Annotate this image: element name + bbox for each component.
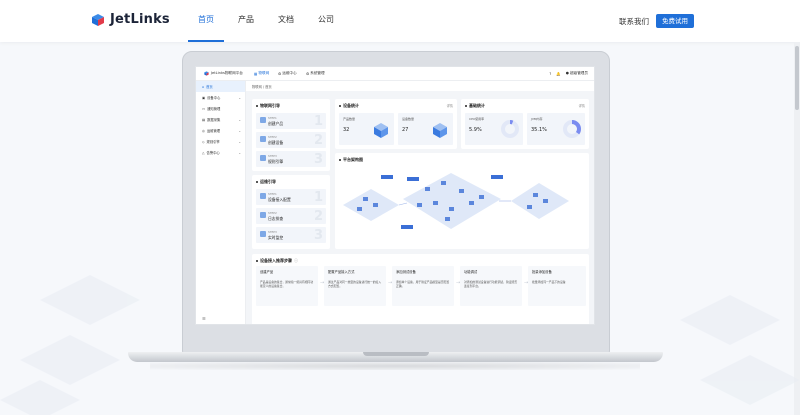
logo[interactable]: JetLinks: [91, 12, 170, 27]
message-icon: ▭: [202, 106, 206, 111]
dashboard-brand: JetLinks物联网平台: [204, 71, 243, 76]
device-icon: ▣: [202, 95, 206, 100]
access-step-create-product[interactable]: 创建产品 产品是设备的集合，通常指一组具有相同功能定义的设备集合。: [256, 266, 318, 306]
sidebar-item-rules[interactable]: ◇ 规则引擎 ⌄: [196, 136, 245, 147]
architecture-title: 平台架构图: [339, 157, 363, 163]
gear-icon: ◎: [202, 128, 205, 133]
rule-icon: ◇: [202, 139, 205, 144]
collapse-menu-icon[interactable]: ☰: [202, 316, 206, 321]
dashboard-screenshot: JetLinks物联网平台 ▦ 物联网 ⚙ 运维中心 ⚙ 系统管理 ? 🔔 ● 超级管…: [195, 66, 595, 325]
access-steps-card: 设备接入推荐步骤 ⓘ 创建产品 产品是设备的集合，通常指一组具有相同功能定义的设备…: [252, 254, 589, 324]
ops-guide-card: 运维引导 STEP1 设备接入配置 1 STEP2 日志排查 2 STEP3 实…: [252, 175, 330, 249]
guide-step-rule-engine[interactable]: STEP3 规则引擎 3: [256, 151, 326, 167]
iot-guide-card: 物联网引导 STEP1 创建产品 1 STEP2 创建设备 2 STEP3 规则…: [252, 99, 330, 171]
tab-system[interactable]: ⚙ 系统管理: [306, 71, 325, 76]
basic-stats-card: 基础统计 详情 CPU使用率 5.9% JVM内存 35.1%: [461, 99, 589, 149]
stat-product-count: 产品数量 32: [339, 113, 394, 145]
chevron-down-icon: ⌄: [238, 128, 241, 133]
access-step-debug[interactable]: 功能调试 对添加的测试设备进行功能调试，验证能否连接到平台。: [460, 266, 522, 306]
device-cube-icon: [433, 123, 447, 138]
access-step-add-test-device[interactable]: 添加测试设备 添加单个设备，用于验证产品模型是否配置正确。: [392, 266, 454, 306]
ops-step-access-config[interactable]: STEP1 设备接入配置 1: [256, 189, 326, 205]
tab-ops[interactable]: ⚙ 运维中心: [278, 71, 297, 76]
chevron-down-icon: ⌄: [238, 150, 241, 155]
chevron-down-icon: ⌄: [238, 117, 241, 122]
laptop-shadow: [150, 362, 640, 370]
sidebar-item-device-center[interactable]: ▣ 设备中心 ⌄: [196, 92, 245, 103]
access-step-config-access[interactable]: 配置产品接入方式 通过产品对同一类型的设备进行统一的接入方式配置。: [324, 266, 386, 306]
dashboard-main: 物联网引导 STEP1 创建产品 1 STEP2 创建设备 2 STEP3 规则…: [246, 91, 594, 324]
device-stats-card: 设备统计 详情 产品数量 32 设备数量 27: [335, 99, 457, 149]
menu-home[interactable]: 首页: [188, 0, 224, 42]
avatar: ●: [565, 71, 569, 75]
architecture-card: 平台架构图: [335, 153, 589, 249]
settings-icon: ⚙: [306, 71, 310, 76]
access-steps-title: 设备接入推荐步骤 ⓘ: [256, 258, 298, 264]
jetlinks-cube-icon: [204, 71, 209, 76]
basic-stats-detail-link[interactable]: 详情: [579, 103, 585, 108]
menu-products[interactable]: 产品: [228, 0, 264, 42]
user-menu[interactable]: ● 超级管理员: [566, 71, 588, 76]
stat-cpu: CPU使用率 5.9%: [465, 113, 523, 145]
product-cube-icon: [374, 123, 388, 138]
iot-guide-title: 物联网引导: [256, 103, 280, 109]
help-icon[interactable]: ?: [549, 72, 551, 76]
sidebar-item-home[interactable]: ⌂ 首页: [196, 81, 245, 92]
stat-jvm: JVM内存 35.1%: [527, 113, 585, 145]
rule-icon: [260, 155, 266, 161]
basic-stats-title: 基础统计: [465, 103, 485, 109]
access-step-batch-add[interactable]: 批量添加设备 批量添加同一产品下的设备: [528, 266, 586, 306]
sidebar-item-ops[interactable]: ◎ 运维管理 ⌄: [196, 125, 245, 136]
contact-link[interactable]: 联系我们: [619, 16, 649, 27]
product-icon: [260, 117, 266, 123]
home-icon: ⌂: [202, 84, 205, 89]
menu-docs[interactable]: 文档: [268, 0, 304, 42]
main-menu: 首页 产品 文档 公司: [188, 0, 348, 42]
device-stats-detail-link[interactable]: 详情: [447, 103, 453, 108]
tab-iot[interactable]: ▦ 物联网: [254, 71, 269, 76]
menu-company[interactable]: 公司: [308, 0, 344, 42]
monitor-icon: [260, 231, 266, 237]
dashboard-sidebar: ⌂ 首页 ▣ 设备中心 ⌄ ▭ 通知管理 ▤ 数据采集 ⌄ ◎ 运维管理 ⌄ ◇ 规则引擎 ⌄ △ 告…: [196, 81, 246, 324]
chevron-down-icon: ⌄: [238, 95, 241, 100]
dashboard-brand-text: JetLinks物联网平台: [211, 71, 243, 75]
chevron-down-icon: ⌄: [238, 139, 241, 144]
ops-guide-title: 运维引导: [256, 179, 276, 185]
bell-icon[interactable]: 🔔: [556, 72, 560, 76]
stat-device-count: 设备数量 27: [398, 113, 453, 145]
free-trial-button[interactable]: 免费试用: [656, 14, 694, 28]
ops-step-log[interactable]: STEP2 日志排查 2: [256, 208, 326, 224]
top-navbar: JetLinks 首页 产品 文档 公司 联系我们 免费试用: [0, 0, 800, 42]
config-icon: [260, 193, 266, 199]
jetlinks-cube-icon: [92, 13, 104, 26]
ops-step-monitor[interactable]: STEP3 实时监控 3: [256, 227, 326, 243]
log-icon: [260, 212, 266, 218]
guide-step-create-device[interactable]: STEP2 创建设备 2: [256, 132, 326, 148]
guide-step-create-product[interactable]: STEP1 创建产品 1: [256, 113, 326, 129]
sidebar-item-collect[interactable]: ▤ 数据采集 ⌄: [196, 114, 245, 125]
laptop-notch: [363, 352, 429, 356]
topbar-right: ? 🔔 ● 超级管理员: [549, 71, 588, 76]
breadcrumb: 物联网 / 首页: [252, 85, 272, 89]
dashboard-topbar: JetLinks物联网平台 ▦ 物联网 ⚙ 运维中心 ⚙ 系统管理 ? 🔔 ● 超级管…: [196, 67, 594, 81]
tools-icon: ⚙: [278, 71, 282, 76]
platform-architecture-diagram: [343, 173, 569, 229]
sidebar-item-notify[interactable]: ▭ 通知管理: [196, 103, 245, 114]
question-icon[interactable]: ⓘ: [294, 258, 298, 264]
grid-icon: ▦: [254, 71, 258, 76]
device-stats-title: 设备统计: [339, 103, 359, 109]
alarm-icon: △: [202, 150, 205, 155]
cpu-ring-gauge: [501, 120, 519, 138]
database-icon: ▤: [202, 117, 206, 122]
page-scrollbar-thumb[interactable]: [795, 46, 799, 110]
device-icon: [260, 136, 266, 142]
sidebar-item-alarm[interactable]: △ 告警中心 ⌄: [196, 147, 245, 158]
jvm-ring-gauge: [563, 120, 581, 138]
logo-text: JetLinks: [110, 12, 170, 27]
